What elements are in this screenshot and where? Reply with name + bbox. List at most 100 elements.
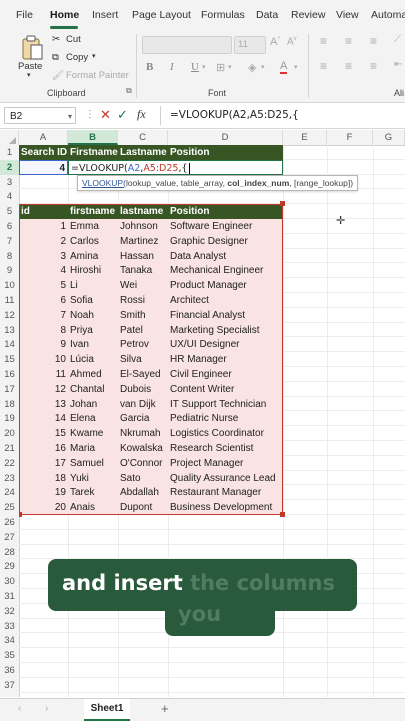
tab-formulas[interactable]: Formulas xyxy=(201,9,245,21)
row-header[interactable]: 33 xyxy=(0,619,19,634)
cell-id[interactable]: 20 xyxy=(19,500,68,515)
cell-position[interactable]: Financial Analyst xyxy=(168,307,283,323)
more-options-icon[interactable]: ⋮ xyxy=(85,109,95,120)
row-header[interactable]: 28 xyxy=(0,545,19,560)
row-header[interactable]: 37 xyxy=(0,678,19,693)
cell-position[interactable]: Data Analyst xyxy=(168,248,283,264)
row-header[interactable]: 26 xyxy=(0,515,19,530)
row-header[interactable]: 35 xyxy=(0,648,19,663)
cell-lastname[interactable]: Tanaka xyxy=(118,263,168,279)
cell-lastname[interactable]: Kowalska xyxy=(118,441,168,456)
indent-icon[interactable]: ⇤ xyxy=(394,59,402,70)
dialog-launcher-icon[interactable]: ⧉ xyxy=(126,86,132,96)
cell-firstname[interactable]: Tarek xyxy=(68,485,118,501)
row-header[interactable]: 6 xyxy=(0,219,19,234)
cell-lastname[interactable]: Rossi xyxy=(118,293,168,308)
align-top-icon[interactable]: ≡ xyxy=(320,34,327,48)
cell-position[interactable]: Quality Assurance Lead xyxy=(168,470,283,486)
row-header[interactable]: 19 xyxy=(0,411,19,426)
cell-lastname[interactable]: Patel xyxy=(118,322,168,338)
row-header[interactable]: 15 xyxy=(0,352,19,367)
cell-firstname[interactable]: Johan xyxy=(68,396,118,412)
cell-firstname[interactable]: Kwame xyxy=(68,426,118,441)
cell-id[interactable]: 5 xyxy=(19,278,68,293)
cell-id[interactable]: 10 xyxy=(19,352,68,367)
format-painter-button[interactable]: Format Painter xyxy=(66,70,129,81)
cancel-icon[interactable]: ✕ xyxy=(100,107,111,123)
cell-id[interactable]: 7 xyxy=(19,307,68,323)
cell-position[interactable]: Software Engineer xyxy=(168,219,283,234)
cell-firstname[interactable]: Ahmed xyxy=(68,367,118,382)
row-header[interactable]: 30 xyxy=(0,574,19,589)
align-middle-icon[interactable]: ≡ xyxy=(345,34,352,48)
cell-position[interactable]: Research Scientist xyxy=(168,441,283,456)
cell-position[interactable]: Architect xyxy=(168,293,283,308)
row-header[interactable]: 7 xyxy=(0,234,19,249)
cell-firstname[interactable]: Amina xyxy=(68,248,118,264)
align-bottom-icon[interactable]: ≡ xyxy=(370,34,377,48)
cell-id[interactable]: 2 xyxy=(19,233,68,249)
row-header[interactable]: 1 xyxy=(0,145,19,160)
sheet-tab-sheet1[interactable]: Sheet1 xyxy=(84,699,130,721)
cell-position[interactable]: Civil Engineer xyxy=(168,367,283,382)
cell-lastname[interactable]: Petrov xyxy=(118,337,168,353)
cell-firstname[interactable]: Lúcia xyxy=(68,352,118,367)
cell-firstname[interactable]: Sofia xyxy=(68,293,118,308)
cell-id[interactable]: 6 xyxy=(19,293,68,308)
cell-id[interactable]: 15 xyxy=(19,426,68,441)
font-name-dropdown[interactable] xyxy=(142,36,232,54)
formula-input[interactable]: =VLOOKUP(A2,A5:D25,{ xyxy=(170,109,299,121)
cell-firstname[interactable]: Hiroshi xyxy=(68,263,118,279)
cell-firstname[interactable]: Maria xyxy=(68,441,118,456)
row-header[interactable]: 18 xyxy=(0,397,19,412)
cell-position[interactable]: Business Development xyxy=(168,500,283,515)
cell-firstname[interactable]: Elena xyxy=(68,411,118,427)
cell-lastname[interactable]: Nkrumah xyxy=(118,426,168,441)
cell-position[interactable]: IT Support Technician xyxy=(168,396,283,412)
cell-id[interactable]: 18 xyxy=(19,470,68,486)
search-id-cell[interactable]: 4 xyxy=(19,159,68,175)
cut-button[interactable]: Cut xyxy=(66,34,81,45)
column-header-d[interactable]: D xyxy=(168,130,283,145)
row-header[interactable]: 16 xyxy=(0,367,19,382)
cell-lastname[interactable]: van Dijk xyxy=(118,396,168,412)
cell-position[interactable]: Graphic Designer xyxy=(168,233,283,249)
lookup-header-firstname[interactable]: Firstname xyxy=(68,145,118,160)
column-header-g[interactable]: G xyxy=(373,130,405,145)
table-header-lastname[interactable]: lastname xyxy=(118,204,168,219)
borders-icon[interactable]: ⊞ xyxy=(216,61,225,74)
cell-lastname[interactable]: Smith xyxy=(118,307,168,323)
row-header[interactable]: 13 xyxy=(0,323,19,338)
row-header[interactable]: 12 xyxy=(0,308,19,323)
row-header[interactable]: 27 xyxy=(0,530,19,545)
increase-font-icon[interactable]: A^ xyxy=(270,36,280,48)
tab-home[interactable]: Home xyxy=(50,9,79,21)
cell-position[interactable]: Logistics Coordinator xyxy=(168,426,283,441)
cell-id[interactable]: 19 xyxy=(19,485,68,501)
tab-automate[interactable]: Automa xyxy=(371,9,405,21)
column-header-b[interactable]: B xyxy=(68,130,118,145)
row-header[interactable]: 24 xyxy=(0,485,19,500)
editing-cell-b2[interactable]: =VLOOKUP(A2,A5:D25,{ xyxy=(68,159,283,175)
column-header-a[interactable]: A xyxy=(19,130,68,145)
scroll-right-icon[interactable]: › xyxy=(45,703,48,714)
cell-id[interactable]: 13 xyxy=(19,396,68,412)
cell-firstname[interactable]: Ivan xyxy=(68,337,118,353)
cell-lastname[interactable]: Abdallah xyxy=(118,485,168,501)
tab-data[interactable]: Data xyxy=(256,9,278,21)
cell-lastname[interactable]: Hassan xyxy=(118,248,168,264)
cell-firstname[interactable]: Samuel xyxy=(68,455,118,471)
row-header[interactable]: 22 xyxy=(0,456,19,471)
range-handle[interactable] xyxy=(280,512,285,517)
cell-position[interactable]: Restaurant Manager xyxy=(168,485,283,501)
tab-review[interactable]: Review xyxy=(291,9,325,21)
cell-firstname[interactable]: Chantal xyxy=(68,381,118,397)
select-all-button[interactable] xyxy=(0,130,19,145)
cell-lastname[interactable]: Wei xyxy=(118,278,168,293)
table-header-position[interactable]: Position xyxy=(168,204,283,219)
cell-id[interactable]: 9 xyxy=(19,337,68,353)
cell-lastname[interactable]: Dupont xyxy=(118,500,168,515)
row-header[interactable]: 17 xyxy=(0,382,19,397)
row-header[interactable]: 5 xyxy=(0,204,19,219)
orientation-icon[interactable]: ⟋ xyxy=(394,34,401,45)
